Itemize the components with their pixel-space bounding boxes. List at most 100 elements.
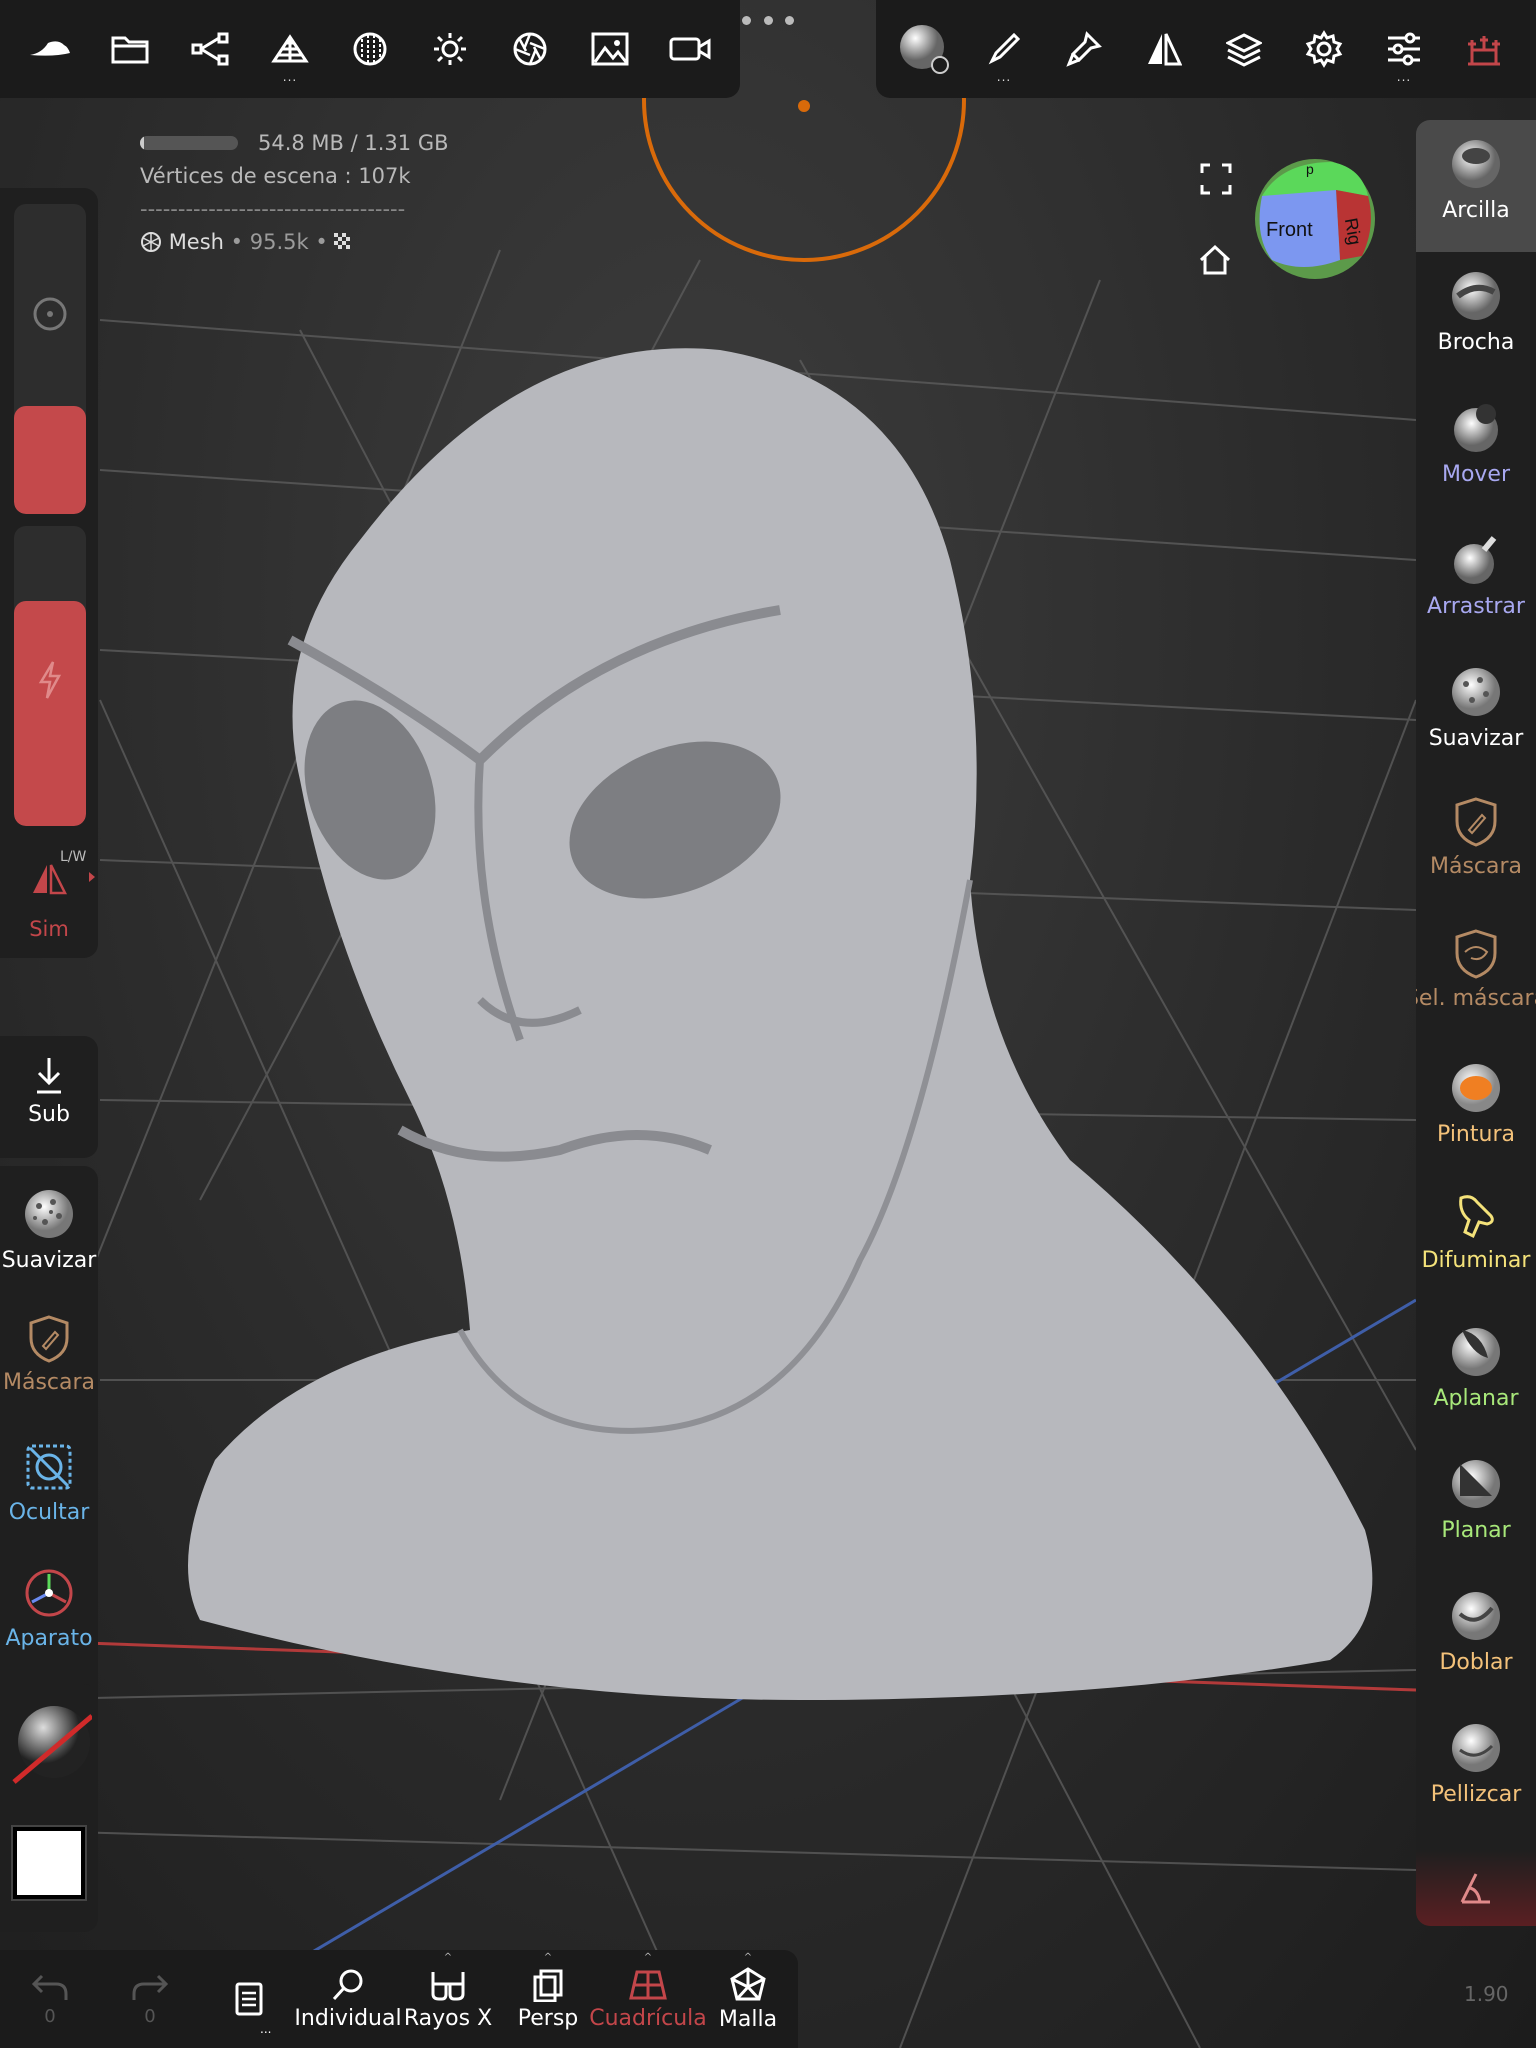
smooth-sphere-icon bbox=[24, 1190, 73, 1238]
color-swatch bbox=[13, 1827, 85, 1899]
smooth-icon bbox=[1448, 664, 1504, 720]
mesh-name: Mesh bbox=[168, 229, 224, 254]
left-tool-hide[interactable]: Ocultar bbox=[9, 1440, 89, 1566]
post-process-icon[interactable] bbox=[490, 0, 570, 98]
bottom-toggle-wireframe[interactable]: ^ Malla bbox=[698, 1950, 798, 2048]
top-toolbar-left: ... bbox=[0, 0, 740, 98]
left-tool-gizmo[interactable]: Aparato bbox=[5, 1566, 93, 1692]
undo-button[interactable]: 0 bbox=[0, 1950, 100, 2048]
bottom-toggle-label: Rayos X bbox=[403, 2005, 493, 2031]
right-tool-label: Pellizcar bbox=[1430, 1782, 1522, 1807]
clay-sphere-icon[interactable] bbox=[884, 0, 964, 98]
material-icon[interactable] bbox=[330, 0, 410, 98]
mesh-icon bbox=[141, 231, 161, 252]
home-view-icon[interactable] bbox=[1198, 244, 1232, 276]
symmetry-toggle[interactable]: L/W Sim bbox=[0, 845, 98, 955]
view-cube[interactable]: Front Rig p bbox=[1252, 156, 1378, 282]
left-tool-smooth-label: Suavizar bbox=[1, 1248, 97, 1273]
right-tool-smudge[interactable]: Difuminar bbox=[1416, 1176, 1536, 1308]
clay-icon bbox=[1448, 136, 1504, 192]
right-tool-clay[interactable]: Arcilla bbox=[1416, 120, 1536, 252]
left-tool-sub-label: Sub bbox=[28, 1102, 70, 1127]
redo-button[interactable]: 0 bbox=[100, 1950, 200, 2048]
bottom-toggle-grid[interactable]: ^ Cuadrícula bbox=[589, 1950, 707, 2048]
checker-icon bbox=[334, 232, 351, 249]
scene-graph-icon[interactable] bbox=[170, 0, 250, 98]
angle-tool-icon bbox=[1460, 1873, 1490, 1904]
top-toolbar-right: ... ... bbox=[876, 0, 1536, 98]
sculpt-mesh bbox=[188, 348, 1373, 1700]
material-color-panel bbox=[0, 1684, 98, 1932]
paint-brush-icon[interactable] bbox=[1044, 0, 1124, 98]
gizmo-front-label: Front bbox=[1266, 219, 1313, 241]
bottom-toggle-label: Individual bbox=[294, 2005, 402, 2031]
caret-up-icon: ^ bbox=[543, 1952, 553, 1963]
settings-icon[interactable] bbox=[1284, 0, 1364, 98]
right-tool-move[interactable]: Mover bbox=[1416, 384, 1536, 516]
right-tool-select-mask[interactable]: Sel. máscara bbox=[1416, 912, 1536, 1044]
light-icon[interactable] bbox=[410, 0, 490, 98]
right-tool-label: Arrastrar bbox=[1427, 594, 1525, 619]
right-tool-mask[interactable]: Máscara bbox=[1416, 780, 1536, 912]
bottom-toggle-label: Malla bbox=[718, 2006, 778, 2032]
right-tool-flatten[interactable]: Aplanar bbox=[1416, 1308, 1536, 1440]
topology-icon[interactable]: ... bbox=[250, 0, 330, 98]
redo-count: 0 bbox=[144, 2005, 156, 2027]
right-tool-pinch[interactable]: Pellizcar bbox=[1416, 1704, 1536, 1836]
right-tool-planar[interactable]: Planar bbox=[1416, 1440, 1536, 1572]
bottom-toggle-xray-glasses[interactable]: ^ Rayos X bbox=[398, 1950, 498, 2048]
sliders-icon[interactable]: ... bbox=[1364, 0, 1444, 98]
left-tool-mask[interactable]: Máscara bbox=[3, 1314, 95, 1440]
scene-stats: 54.8 MB / 1.31 GB Vértices de escena : 1… bbox=[140, 126, 449, 258]
scene-notes-button[interactable]: ... bbox=[200, 1950, 298, 2048]
bottom-toggle-search[interactable]: Individual bbox=[294, 1950, 402, 2048]
mesh-info[interactable]: Mesh • 95.5k • bbox=[140, 225, 449, 258]
left-tools-panel: Suavizar Máscara Ocultar Aparato bbox=[0, 1166, 98, 1726]
grid-floor bbox=[0, 0, 1417, 2048]
memory-text: 54.8 MB / 1.31 GB bbox=[258, 130, 449, 155]
bottom-toggle-perspective[interactable]: ^ Persp bbox=[498, 1950, 598, 2048]
right-tool-paint[interactable]: Pintura bbox=[1416, 1044, 1536, 1176]
symmetry-label: Sim bbox=[29, 917, 69, 941]
tool-settings-icon[interactable] bbox=[1444, 0, 1524, 98]
symmetry-icon[interactable] bbox=[1124, 0, 1204, 98]
video-icon[interactable] bbox=[650, 0, 730, 98]
folder-icon[interactable] bbox=[90, 0, 170, 98]
right-tool-label: Mover bbox=[1441, 462, 1511, 487]
caret-up-icon: ^ bbox=[443, 1952, 453, 1963]
right-tool-label: Sel. máscara bbox=[1416, 986, 1536, 1011]
more-options-button[interactable] bbox=[742, 8, 794, 32]
color-swatch-button[interactable] bbox=[0, 1804, 98, 1922]
undo-count: 0 bbox=[44, 2005, 56, 2027]
planar-icon bbox=[1448, 1456, 1504, 1512]
notes-icon bbox=[235, 1982, 263, 2016]
right-tool-drag[interactable]: Arrastrar bbox=[1416, 516, 1536, 648]
paint-icon bbox=[1448, 1060, 1504, 1116]
matcap-sphere-icon bbox=[12, 1706, 92, 1784]
caret-right-icon bbox=[89, 872, 95, 882]
background-image-icon[interactable] bbox=[570, 0, 650, 98]
left-tool-mask-label: Máscara bbox=[2, 1370, 96, 1395]
radius-slider[interactable] bbox=[14, 204, 86, 514]
right-tool-crease[interactable]: Doblar bbox=[1416, 1572, 1536, 1704]
tool-more-button[interactable] bbox=[1416, 1850, 1536, 1926]
hide-icon bbox=[26, 1444, 72, 1490]
layers-icon[interactable] bbox=[1204, 0, 1284, 98]
radius-icon bbox=[33, 297, 67, 331]
matcap-button[interactable] bbox=[0, 1684, 98, 1804]
3d-viewport[interactable] bbox=[0, 0, 1536, 2048]
frame-view-icon[interactable] bbox=[1200, 163, 1232, 195]
redo-icon bbox=[132, 1974, 168, 2000]
smudge-icon bbox=[1451, 1192, 1501, 1242]
nomad-logo-icon[interactable] bbox=[10, 0, 90, 98]
right-tool-label: Pintura bbox=[1437, 1122, 1515, 1147]
right-tool-smooth[interactable]: Suavizar bbox=[1416, 648, 1536, 780]
stroke-icon[interactable]: ... bbox=[964, 0, 1044, 98]
notes-more: ... bbox=[260, 2022, 272, 2036]
left-tool-sub[interactable]: Sub bbox=[0, 1036, 98, 1158]
mesh-count: • 95.5k • bbox=[230, 229, 328, 254]
right-tool-brush[interactable]: Brocha bbox=[1416, 252, 1536, 384]
caret-up-icon: ^ bbox=[743, 1952, 753, 1963]
left-tool-smooth[interactable]: Suavizar bbox=[1, 1186, 97, 1314]
intensity-slider[interactable] bbox=[14, 526, 86, 826]
